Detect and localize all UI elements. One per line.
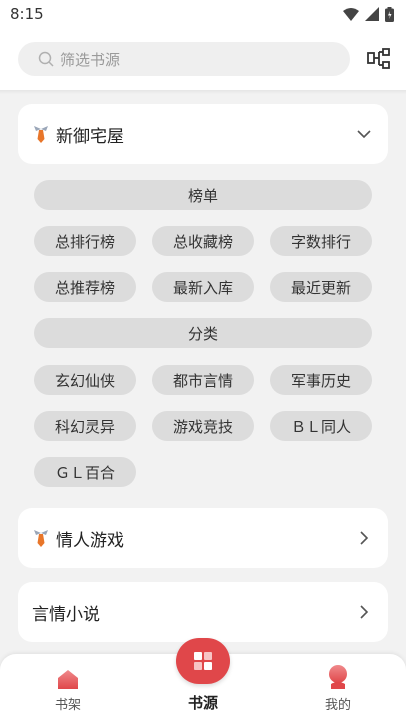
explore-chip[interactable]: 字数排行 (270, 226, 372, 256)
group-header-category[interactable]: 分类 (34, 318, 372, 348)
search-input[interactable]: 筛选书源 (18, 42, 351, 76)
source-title: 新御宅屋 (56, 126, 124, 147)
explore-chip[interactable]: 总收藏榜 (152, 226, 254, 256)
battery-icon (385, 6, 394, 22)
chevron-right-icon[interactable] (356, 604, 372, 620)
status-bar: 8:15 (0, 0, 406, 28)
chevron-down-icon[interactable] (356, 126, 372, 142)
header: 筛选书源 (0, 28, 406, 90)
source-config-button[interactable] (366, 46, 392, 72)
explore-chip[interactable]: 最新入库 (152, 272, 254, 302)
search-placeholder: 筛选书源 (60, 50, 121, 69)
header-divider (0, 90, 406, 94)
explore-chip[interactable]: 玄幻仙侠 (34, 365, 136, 395)
nav-item-profile[interactable]: 我的 (288, 654, 388, 722)
explore-chip[interactable]: 游戏竞技 (152, 411, 254, 441)
nav-label: 书架 (54, 698, 81, 713)
book-source-icon (194, 652, 212, 670)
status-icons (343, 6, 394, 22)
nav-label: 我的 (324, 698, 351, 713)
tree-structure-icon (367, 48, 390, 69)
source-title: 言情小说 (32, 604, 100, 625)
explore-chip[interactable]: 总排行榜 (34, 226, 136, 256)
group-header-rank[interactable]: 榜单 (34, 180, 372, 210)
explore-chip[interactable]: 总推荐榜 (34, 272, 136, 302)
explore-chip[interactable]: 军事历史 (270, 365, 372, 395)
profile-icon (329, 665, 347, 689)
chevron-right-icon[interactable] (356, 530, 372, 546)
nav-item-bookshelf[interactable]: 书架 (18, 654, 118, 722)
explore-chip[interactable]: 科幻灵异 (34, 411, 136, 441)
explore-chip[interactable]: ＢＬ同人 (270, 411, 372, 441)
source-card-xinyuzhaiwu[interactable]: 新御宅屋 (18, 104, 388, 164)
signal-icon (365, 7, 379, 21)
bookshelf-icon (58, 670, 78, 689)
source-card-yanqingxiaoshuo[interactable]: 言情小说 (18, 582, 388, 642)
tie-icon (32, 123, 50, 145)
wifi-icon (343, 7, 359, 21)
tie-icon (32, 527, 50, 549)
status-time: 8:15 (10, 5, 44, 23)
explore-chip[interactable]: ＧＬ百合 (34, 457, 136, 487)
source-title: 情人游戏 (56, 530, 124, 551)
book-source-active-button[interactable] (176, 638, 230, 684)
explore-chip[interactable]: 最近更新 (270, 272, 372, 302)
explore-chip[interactable]: 都市言情 (152, 365, 254, 395)
source-card-qingrenyouxi[interactable]: 情人游戏 (18, 508, 388, 568)
nav-label: 书源 (187, 694, 218, 712)
search-icon (38, 51, 54, 67)
